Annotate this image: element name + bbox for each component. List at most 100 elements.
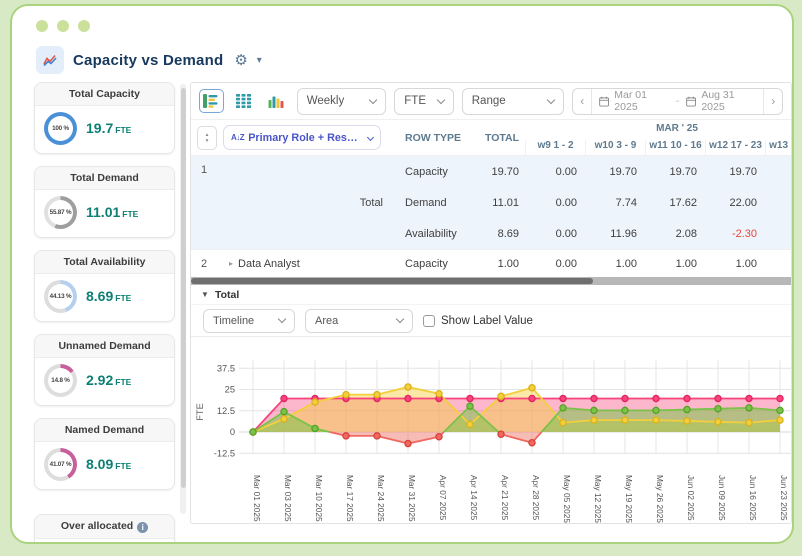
- demand-marker[interactable]: [714, 418, 722, 426]
- availability-marker[interactable]: [652, 406, 660, 415]
- window-dot[interactable]: [36, 20, 48, 32]
- demand-marker[interactable]: [435, 390, 443, 398]
- table-cell-value: 0.00: [555, 227, 578, 240]
- stat-value-wrap: 11.01 FTE: [86, 204, 138, 222]
- availability-marker[interactable]: [559, 404, 567, 412]
- stat-card-body: 55.87 % 11.01 FTE: [35, 190, 174, 237]
- sidebar-scrollbar[interactable]: [180, 84, 187, 514]
- row-type-column-header: ROW TYPE: [405, 131, 462, 144]
- settings-gear-icon[interactable]: ⚙: [234, 51, 247, 69]
- demand-marker[interactable]: [342, 390, 350, 399]
- page-title: Capacity vs Demand: [73, 51, 224, 69]
- demand-marker[interactable]: [776, 416, 784, 424]
- capacity-marker[interactable]: [528, 394, 536, 403]
- availability-marker[interactable]: [590, 406, 598, 415]
- capacity-marker[interactable]: [776, 394, 784, 403]
- capacity-marker[interactable]: [714, 394, 722, 403]
- line-chart-icon: [36, 46, 64, 74]
- expand-arrow-icon[interactable]: ▸: [229, 259, 233, 268]
- availability-marker[interactable]: [342, 432, 350, 440]
- x-axis-label: May 12 2025: [593, 475, 604, 523]
- availability-marker[interactable]: [714, 404, 722, 413]
- x-axis-label: Mar 03 2025: [283, 475, 294, 522]
- chevron-down-icon[interactable]: ▾: [257, 55, 262, 66]
- stat-card: Total Capacity 100 % 19.7 FTE: [34, 82, 176, 154]
- capacity-marker[interactable]: [621, 394, 629, 403]
- table-horizontal-scrollbar-thumb[interactable]: [191, 278, 593, 284]
- availability-marker[interactable]: [745, 404, 753, 412]
- demand-marker[interactable]: [590, 416, 598, 424]
- over-allocated-body: 21 out of 24: [35, 539, 174, 542]
- capacity-marker[interactable]: [590, 394, 598, 403]
- capacity-marker[interactable]: [683, 394, 691, 403]
- demand-marker[interactable]: [466, 420, 474, 429]
- table-horizontal-scrollbar[interactable]: [191, 277, 791, 285]
- demand-marker[interactable]: [528, 384, 536, 392]
- end-date-field[interactable]: Aug 31 2025: [679, 89, 763, 113]
- period-select[interactable]: Weekly: [296, 87, 387, 115]
- chart-type-select[interactable]: Area: [305, 308, 414, 333]
- table-cell-value: 0.00: [555, 196, 578, 209]
- availability-marker[interactable]: [497, 430, 505, 438]
- x-axis-label: May 19 2025: [624, 475, 635, 523]
- grid-view-button[interactable]: [231, 89, 257, 113]
- availability-marker[interactable]: [435, 433, 443, 441]
- sorter-zone: ▲ ▼ A↓Z Primary Role + Resource...: [191, 120, 393, 155]
- date-range-picker: ‹ Mar 01 2025 - Aug 31 2025 ›: [572, 87, 784, 115]
- availability-marker[interactable]: [404, 439, 412, 448]
- demand-marker[interactable]: [311, 398, 319, 406]
- table-row[interactable]: Availability 8.69 0.00 11.96 2.08 -2.30: [191, 218, 791, 249]
- prev-period-button[interactable]: ‹: [573, 88, 593, 114]
- availability-marker[interactable]: [528, 438, 536, 447]
- bar-chart-view-icon: [268, 96, 284, 108]
- area-chart[interactable]: 37.5 25 12.5 0 -12.5 FTE Mar 01 2025 Mar 03 20…: [191, 337, 792, 523]
- table-cell-value: 22.00: [729, 196, 758, 209]
- info-icon[interactable]: i: [137, 522, 149, 533]
- capacity-marker[interactable]: [280, 394, 288, 403]
- stat-card: Named Demand 41.07 % 8.09 FTE: [34, 418, 176, 490]
- chart-horizontal-scrollbar[interactable]: [191, 523, 791, 524]
- show-label-value-checkbox[interactable]: [423, 314, 436, 327]
- availability-marker[interactable]: [621, 406, 629, 415]
- window-dot[interactable]: [57, 20, 69, 32]
- chart-canvas[interactable]: 37.5 25 12.5 0 -12.5 FTE: [191, 337, 792, 468]
- timeline-select[interactable]: Timeline: [203, 308, 296, 333]
- capacity-marker[interactable]: [652, 394, 660, 403]
- table-row[interactable]: 2 ▸ Data Analyst Capacity 1.00 0.00 1.00 1.00 1.…: [191, 249, 791, 277]
- group-by-select[interactable]: A↓Z Primary Role + Resource...: [223, 125, 382, 150]
- table-row[interactable]: 1 Capacity 19.70 0.00 19.70 19.70 19.70: [191, 156, 791, 187]
- availability-marker[interactable]: [466, 402, 474, 410]
- demand-marker[interactable]: [559, 418, 567, 427]
- availability-marker[interactable]: [311, 424, 319, 433]
- start-date-field[interactable]: Mar 01 2025: [592, 89, 676, 113]
- sidebar-scrollbar-thumb[interactable]: [180, 88, 186, 488]
- availability-marker[interactable]: [373, 432, 381, 440]
- capacity-marker[interactable]: [466, 394, 474, 403]
- demand-marker[interactable]: [373, 390, 381, 399]
- demand-marker[interactable]: [404, 383, 412, 391]
- capacity-marker[interactable]: [559, 394, 567, 403]
- demand-marker[interactable]: [683, 417, 691, 425]
- window-dot[interactable]: [78, 20, 90, 32]
- sort-order-control[interactable]: ▲ ▼: [197, 125, 218, 150]
- chart-section-header[interactable]: ▼ Total: [191, 285, 791, 304]
- demand-marker[interactable]: [497, 392, 505, 401]
- capacity-marker[interactable]: [404, 394, 412, 403]
- range-select[interactable]: Range: [461, 87, 565, 115]
- demand-marker[interactable]: [280, 415, 288, 423]
- table-chart-view-button[interactable]: [199, 89, 224, 113]
- table-row[interactable]: Total Demand 11.01 0.00 7.74 17.62 22.00: [191, 187, 791, 218]
- availability-marker[interactable]: [280, 407, 288, 416]
- next-period-button[interactable]: ›: [763, 88, 782, 114]
- availability-marker[interactable]: [683, 405, 691, 414]
- progress-ring-percent: 55.87 %: [48, 200, 73, 225]
- demand-marker[interactable]: [621, 416, 629, 424]
- demand-marker[interactable]: [745, 418, 753, 427]
- availability-marker[interactable]: [776, 406, 784, 415]
- demand-marker[interactable]: [652, 416, 660, 424]
- unit-select[interactable]: FTE: [394, 87, 454, 115]
- sort-az-icon: A↓Z: [231, 133, 245, 142]
- bar-chart-view-button[interactable]: [264, 89, 289, 113]
- capacity-marker[interactable]: [745, 394, 753, 403]
- availability-marker[interactable]: [249, 428, 257, 436]
